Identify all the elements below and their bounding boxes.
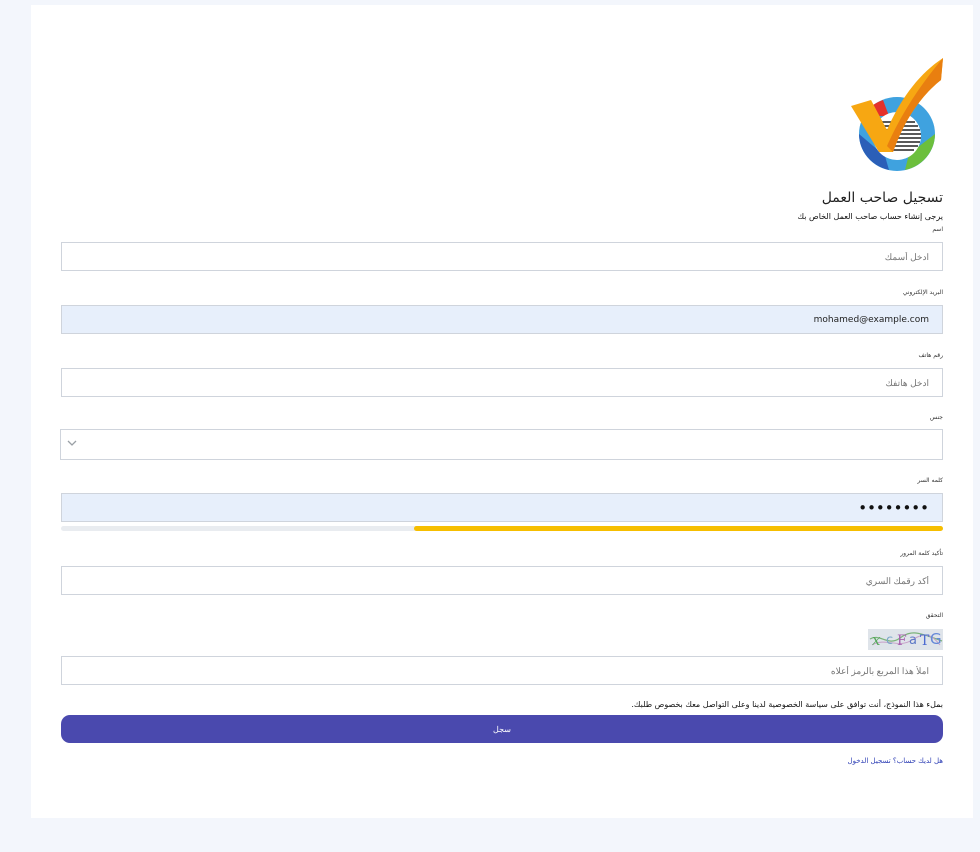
svg-text:T: T	[920, 633, 930, 649]
captcha-label: التحقق	[925, 612, 943, 619]
phone-input[interactable]	[61, 368, 943, 397]
register-button[interactable]: سجل	[61, 715, 943, 743]
email-input[interactable]: mohamed@example.com	[61, 305, 943, 334]
name-input[interactable]	[61, 242, 943, 271]
confirm-password-input[interactable]	[61, 566, 943, 595]
page-subtitle: يرجى إنشاء حساب صاحب العمل الخاص بك	[797, 212, 943, 221]
captcha-image: x c F a T G	[868, 629, 943, 650]
consent-text: بملء هذا النموذج، أنت توافق على سياسة ال…	[631, 700, 943, 709]
password-strength-fill	[413, 526, 943, 531]
svg-text:c: c	[886, 633, 893, 648]
page-title: تسجيل صاحب العمل	[821, 190, 943, 206]
phone-label: رقم هاتف	[918, 352, 943, 359]
registration-card: تسجيل صاحب العمل يرجى إنشاء حساب صاحب ال…	[31, 5, 973, 818]
password-strength-meter	[61, 526, 943, 531]
email-label: البريد الإلكتروني	[902, 289, 943, 296]
gender-select[interactable]	[60, 429, 943, 460]
captcha-input[interactable]	[61, 656, 943, 685]
svg-text:F: F	[897, 633, 907, 649]
login-link[interactable]: هل لديك حساب؟ تسجيل الدخول	[848, 757, 943, 765]
confirm-password-label: تأكيد كلمة المرور	[900, 550, 943, 557]
svg-text:a: a	[909, 633, 917, 648]
password-label: كلمه السر	[917, 477, 943, 484]
company-logo	[851, 58, 943, 171]
svg-text:x: x	[872, 631, 881, 649]
chevron-down-icon	[67, 440, 77, 446]
name-label: اسم	[932, 226, 943, 233]
password-input[interactable]: ••••••••	[61, 493, 943, 522]
svg-text:G: G	[930, 630, 942, 648]
gender-label: جنس	[929, 414, 943, 421]
